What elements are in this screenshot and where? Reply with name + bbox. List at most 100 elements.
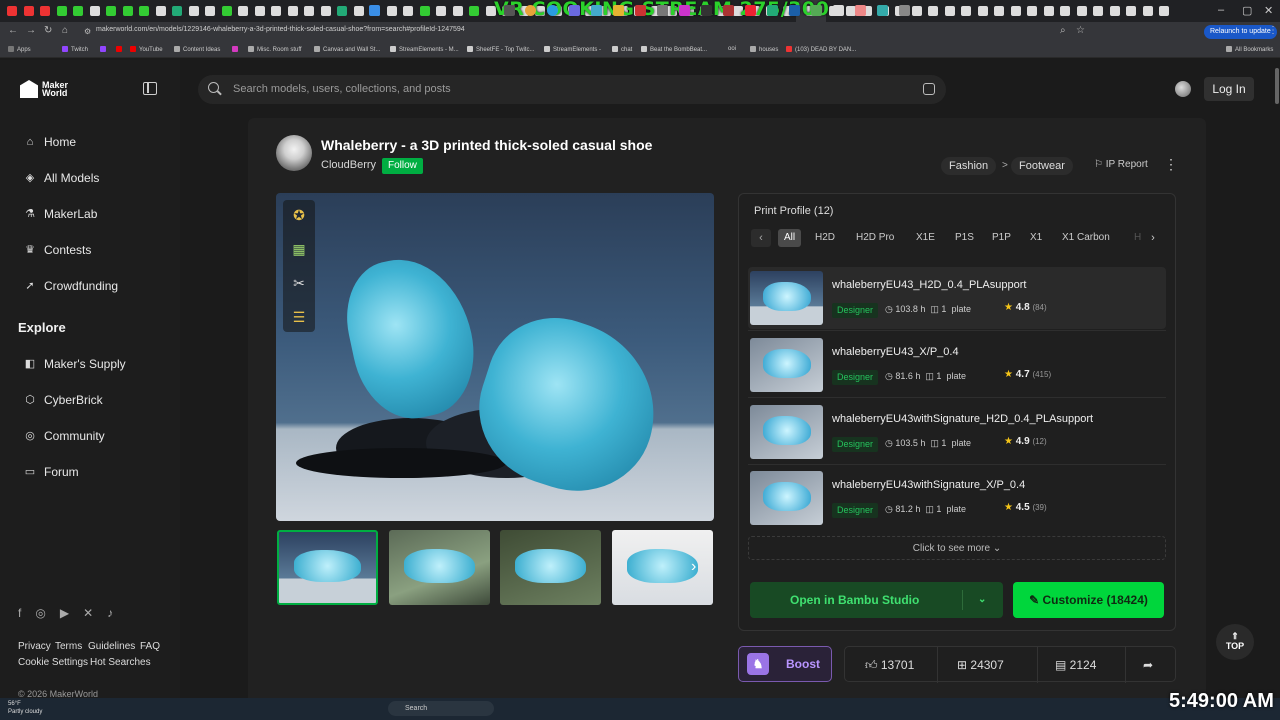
open-in-bambu-studio-button[interactable]: Open in Bambu Studio ⌄ [750, 582, 1003, 618]
more-options-icon[interactable]: ⋮ [1164, 156, 1178, 173]
tools-icon[interactable]: ✂ [289, 273, 309, 293]
privacy-link[interactable]: Privacy [18, 641, 51, 652]
boost-button[interactable]: ♞ Boost [738, 646, 832, 682]
site-info-icon[interactable]: ⚙ [84, 27, 91, 36]
browser-tab[interactable] [1156, 0, 1173, 22]
browser-tab[interactable] [433, 0, 450, 22]
chip-all[interactable]: All [778, 229, 802, 247]
browser-tab[interactable] [202, 0, 219, 22]
gallery-next-icon[interactable]: › [691, 558, 696, 576]
browser-tab[interactable] [301, 0, 318, 22]
app-icon[interactable] [811, 5, 822, 16]
browser-tab[interactable] [450, 0, 467, 22]
chip-x1-carbon[interactable]: X1 Carbon [1056, 229, 1116, 247]
app-icon[interactable] [635, 5, 646, 16]
browser-tab[interactable] [975, 0, 992, 22]
steam-icon[interactable] [789, 5, 800, 16]
hot-searches-link[interactable]: Hot Searches [90, 657, 151, 668]
browser-tab[interactable] [186, 0, 203, 22]
browser-tab[interactable] [1140, 0, 1157, 22]
browser-tab[interactable] [235, 0, 252, 22]
bookmark-item[interactable]: houses [750, 46, 778, 53]
bookmark-item[interactable]: ooi [728, 46, 736, 52]
bookmark-item[interactable]: Apps [8, 46, 31, 53]
print-profile-row[interactable]: whaleberryEU43withSignature_H2D_0.4_PLAs… [748, 401, 1166, 463]
sidebar-item-cyberbrick[interactable]: ⬡ CyberBrick [24, 393, 103, 407]
browser-tab[interactable] [417, 0, 434, 22]
comment-button[interactable]: ▤ 2124 [1055, 647, 1096, 683]
browser-tab[interactable] [1107, 0, 1124, 22]
browser-tab[interactable] [400, 0, 417, 22]
browser-tab[interactable] [153, 0, 170, 22]
browser-menu-icon[interactable]: ⋮ [1268, 25, 1278, 36]
follow-button[interactable]: Follow [382, 158, 423, 174]
browser-tab[interactable] [909, 0, 926, 22]
chip-x1e[interactable]: X1E [910, 229, 941, 247]
ip-report-button[interactable]: ⚐ IP Report [1094, 159, 1148, 170]
cookie-settings-link[interactable]: Cookie Settings [18, 657, 88, 668]
browser-tab[interactable] [351, 0, 368, 22]
browser-tab[interactable] [1041, 0, 1058, 22]
app-icon[interactable] [833, 5, 844, 16]
forward-icon[interactable]: → [26, 25, 36, 36]
award-medal-icon[interactable]: ✪ [289, 205, 309, 225]
file-explorer-icon[interactable] [613, 5, 624, 16]
terms-link[interactable]: Terms [55, 641, 82, 652]
collect-button[interactable]: ⊞ 24307 [957, 647, 1004, 683]
chip-next-icon[interactable]: › [1146, 229, 1160, 247]
browser-tab[interactable] [70, 0, 87, 22]
print-badge-icon[interactable]: ▦ [289, 239, 309, 259]
share-icon[interactable]: ➦ [1143, 647, 1153, 683]
makerworld-logo[interactable]: Maker World [20, 80, 68, 98]
bookmark-item[interactable]: Twitch [62, 46, 88, 53]
browser-tab[interactable] [103, 0, 120, 22]
browser-tab[interactable] [1123, 0, 1140, 22]
image-search-icon[interactable] [923, 83, 935, 95]
app-icon[interactable] [657, 5, 668, 16]
back-icon[interactable]: ← [8, 25, 18, 36]
app-icon[interactable] [855, 5, 866, 16]
sidebar-collapse-icon[interactable] [143, 82, 157, 95]
home-browser-icon[interactable]: ⌂ [62, 25, 68, 36]
breadcrumb-footwear[interactable]: Footwear [1011, 157, 1073, 175]
minimize-icon[interactable]: – [1218, 4, 1224, 16]
chip-prev-icon[interactable]: ‹ [751, 229, 771, 247]
chip-x1[interactable]: X1 [1024, 229, 1048, 247]
search-icon[interactable] [208, 82, 219, 93]
relaunch-button[interactable]: Relaunch to update [1204, 25, 1277, 39]
sidebar-item-contests[interactable]: ♛ Contests [24, 243, 91, 257]
close-icon[interactable]: ✕ [1264, 4, 1273, 17]
browser-tab[interactable] [268, 0, 285, 22]
browser-tab[interactable] [466, 0, 483, 22]
bookmark-item[interactable] [116, 46, 125, 53]
browser-tab[interactable] [1090, 0, 1107, 22]
app-icon[interactable] [679, 5, 690, 16]
browser-tab[interactable] [318, 0, 335, 22]
chrome-icon[interactable] [525, 5, 536, 16]
print-profile-row[interactable]: whaleberryEU43withSignature_X/P_0.4 Desi… [748, 467, 1166, 529]
browser-tab[interactable] [219, 0, 236, 22]
taskview-icon[interactable] [504, 5, 515, 16]
faq-link[interactable]: FAQ [140, 641, 160, 652]
chip-h[interactable]: H [1128, 229, 1147, 247]
bookmark-item[interactable]: StreamElements - M... [390, 46, 459, 53]
edge-icon[interactable] [547, 5, 558, 16]
browser-tab[interactable] [252, 0, 269, 22]
browser-tab[interactable] [37, 0, 54, 22]
app-icon[interactable] [877, 5, 888, 16]
browser-tab[interactable] [136, 0, 153, 22]
youtube-icon[interactable]: ▶ [60, 606, 69, 620]
all-bookmarks[interactable]: All Bookmarks [1226, 46, 1273, 53]
bookmark-item[interactable] [232, 46, 241, 53]
author-name[interactable]: CloudBerry [321, 159, 376, 171]
dropdown-chevron-icon[interactable]: ⌄ [978, 582, 986, 618]
app-icon[interactable] [701, 5, 712, 16]
browser-tab[interactable] [87, 0, 104, 22]
tiktok-icon[interactable]: ♪ [107, 606, 113, 620]
bookmark-star-icon[interactable]: ☆ [1076, 25, 1085, 36]
bookmark-item[interactable]: StreamElements - [544, 46, 601, 53]
search-input[interactable]: Search models, users, collections, and p… [233, 83, 451, 95]
app-icon[interactable] [569, 5, 580, 16]
bookmark-item[interactable]: Content Ideas [174, 46, 220, 53]
app-icon[interactable] [899, 5, 910, 16]
